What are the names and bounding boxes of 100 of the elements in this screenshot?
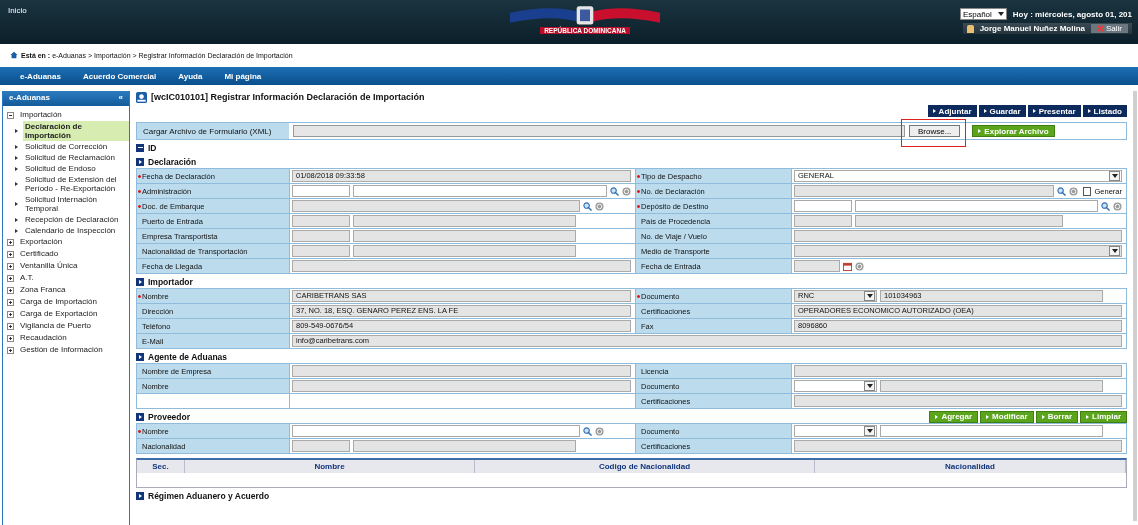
action-button[interactable]: Adjuntar [927, 105, 977, 117]
text-field[interactable] [353, 440, 576, 452]
tree-item[interactable]: Solicitud de Corrección [23, 141, 129, 152]
expand-toggle-icon[interactable] [7, 262, 14, 270]
tree-item[interactable]: Carga de Exportación [20, 308, 98, 320]
expand-toggle-icon[interactable] [7, 286, 14, 294]
text-field[interactable] [292, 230, 350, 242]
tree-item[interactable]: Solicitud de Reclamación [23, 152, 129, 163]
expand-toggle-icon[interactable] [7, 310, 14, 318]
expand-toggle-icon[interactable] [7, 322, 14, 330]
tree-item[interactable]: Calendario de Inspección [23, 225, 129, 236]
tree-item[interactable]: Recaudación [20, 332, 67, 344]
bullet-icon [15, 202, 18, 206]
text-field[interactable] [353, 215, 576, 227]
clear-icon[interactable] [855, 261, 864, 271]
select-field[interactable] [794, 245, 1122, 257]
text-field[interactable] [292, 365, 631, 377]
section-title: Declaración [148, 156, 197, 167]
select-field[interactable] [794, 425, 877, 437]
select-field[interactable] [794, 380, 877, 392]
text-field[interactable] [794, 230, 1122, 242]
calendar-icon[interactable] [843, 261, 852, 271]
nav-item[interactable]: Ayuda [178, 71, 203, 81]
text-field[interactable] [292, 425, 580, 437]
text-field[interactable] [794, 440, 1122, 452]
nav-item[interactable]: Acuerdo Comercial [82, 71, 157, 81]
expand-toggle-icon[interactable] [7, 250, 14, 258]
tree-item[interactable]: Certificado [20, 248, 59, 260]
tree-item[interactable]: Ventanilla Única [20, 260, 78, 272]
collapse-button[interactable]: « [118, 93, 123, 104]
close-icon [1097, 25, 1104, 32]
text-field[interactable] [292, 245, 350, 257]
search-icon[interactable] [610, 186, 619, 196]
action-button[interactable]: Listado [1082, 105, 1127, 117]
text-field[interactable] [855, 215, 1063, 227]
expand-toggle-icon[interactable] [7, 274, 14, 282]
nav-item[interactable]: Mi página [224, 71, 262, 81]
text-field[interactable] [880, 425, 1103, 437]
action-button[interactable]: Presentar [1027, 105, 1081, 117]
search-icon[interactable] [583, 426, 592, 436]
search-icon[interactable] [583, 201, 592, 211]
text-field[interactable] [292, 260, 631, 272]
tree-item[interactable]: Recepción de Declaración [23, 214, 129, 225]
text-field[interactable] [794, 200, 852, 212]
clear-icon[interactable] [622, 186, 631, 196]
text-field[interactable] [794, 395, 1122, 407]
text-field[interactable] [292, 440, 350, 452]
section-icon [136, 277, 144, 286]
text-field[interactable] [292, 380, 631, 392]
expand-toggle-icon[interactable] [7, 238, 14, 246]
home-link[interactable]: Inicio [8, 6, 27, 15]
collapse-icon[interactable] [136, 143, 144, 152]
text-field[interactable] [353, 185, 607, 197]
tree-item[interactable]: Exportación [20, 236, 63, 248]
text-field[interactable] [353, 245, 576, 257]
section-icon [136, 352, 144, 361]
clear-icon[interactable] [595, 201, 604, 211]
tree-item[interactable]: Importación [20, 109, 62, 121]
clear-icon[interactable] [1069, 186, 1079, 196]
text-field[interactable] [794, 365, 1122, 377]
expand-toggle-icon[interactable] [7, 346, 14, 354]
clear-icon[interactable] [595, 426, 604, 436]
search-icon[interactable] [1101, 201, 1110, 211]
clear-icon[interactable] [1113, 201, 1122, 211]
bullet-icon [15, 182, 18, 186]
browse-button[interactable]: Browse... [909, 125, 961, 137]
checkbox[interactable] [1083, 186, 1092, 196]
tree-item[interactable]: Declaración de Importación [23, 121, 129, 141]
section-title: Régimen Aduanero y Acuerdo [148, 490, 270, 501]
section-title: Agente de Aduanas [148, 351, 228, 362]
user-name: Jorge Manuel Nuñez Molina [979, 24, 1085, 33]
text-field[interactable] [353, 230, 576, 242]
search-icon[interactable] [1057, 186, 1067, 196]
tree-item[interactable]: Carga de Importación [20, 296, 97, 308]
scrollbar[interactable] [1133, 91, 1137, 521]
text-field[interactable] [292, 200, 580, 212]
tree-item[interactable]: Solicitud Internación Temporal [23, 194, 129, 214]
text-field[interactable] [880, 380, 1103, 392]
nav-item[interactable]: e-Aduanas [20, 71, 61, 81]
language-select[interactable]: Español [959, 8, 1007, 20]
text-field[interactable] [292, 215, 350, 227]
tree-item[interactable]: Gestión de Información [20, 344, 103, 356]
tree-item[interactable]: Solicitud de Extensión del Período - Re-Exportación [23, 174, 129, 194]
section-title: ID [148, 142, 157, 153]
tree-item[interactable]: Zona Franca [20, 284, 66, 296]
action-button[interactable]: Guardar [978, 105, 1026, 117]
text-field[interactable] [794, 260, 840, 272]
text-field[interactable] [794, 185, 1055, 197]
tree-item[interactable]: A.T. [20, 272, 34, 284]
expand-toggle-icon[interactable] [7, 298, 14, 306]
expand-toggle-icon[interactable] [7, 111, 14, 119]
expand-toggle-icon[interactable] [7, 334, 14, 342]
text-field[interactable] [855, 200, 1098, 212]
text-field[interactable] [292, 185, 350, 197]
text-field[interactable] [794, 215, 852, 227]
file-input-field[interactable] [293, 125, 905, 137]
tree-item[interactable]: Solicitud de Endoso [23, 163, 129, 174]
section-title: Importador [148, 276, 193, 287]
tree-item[interactable]: Vigilancia de Puerto [20, 320, 91, 332]
logout-button[interactable]: Salir [1091, 24, 1128, 33]
